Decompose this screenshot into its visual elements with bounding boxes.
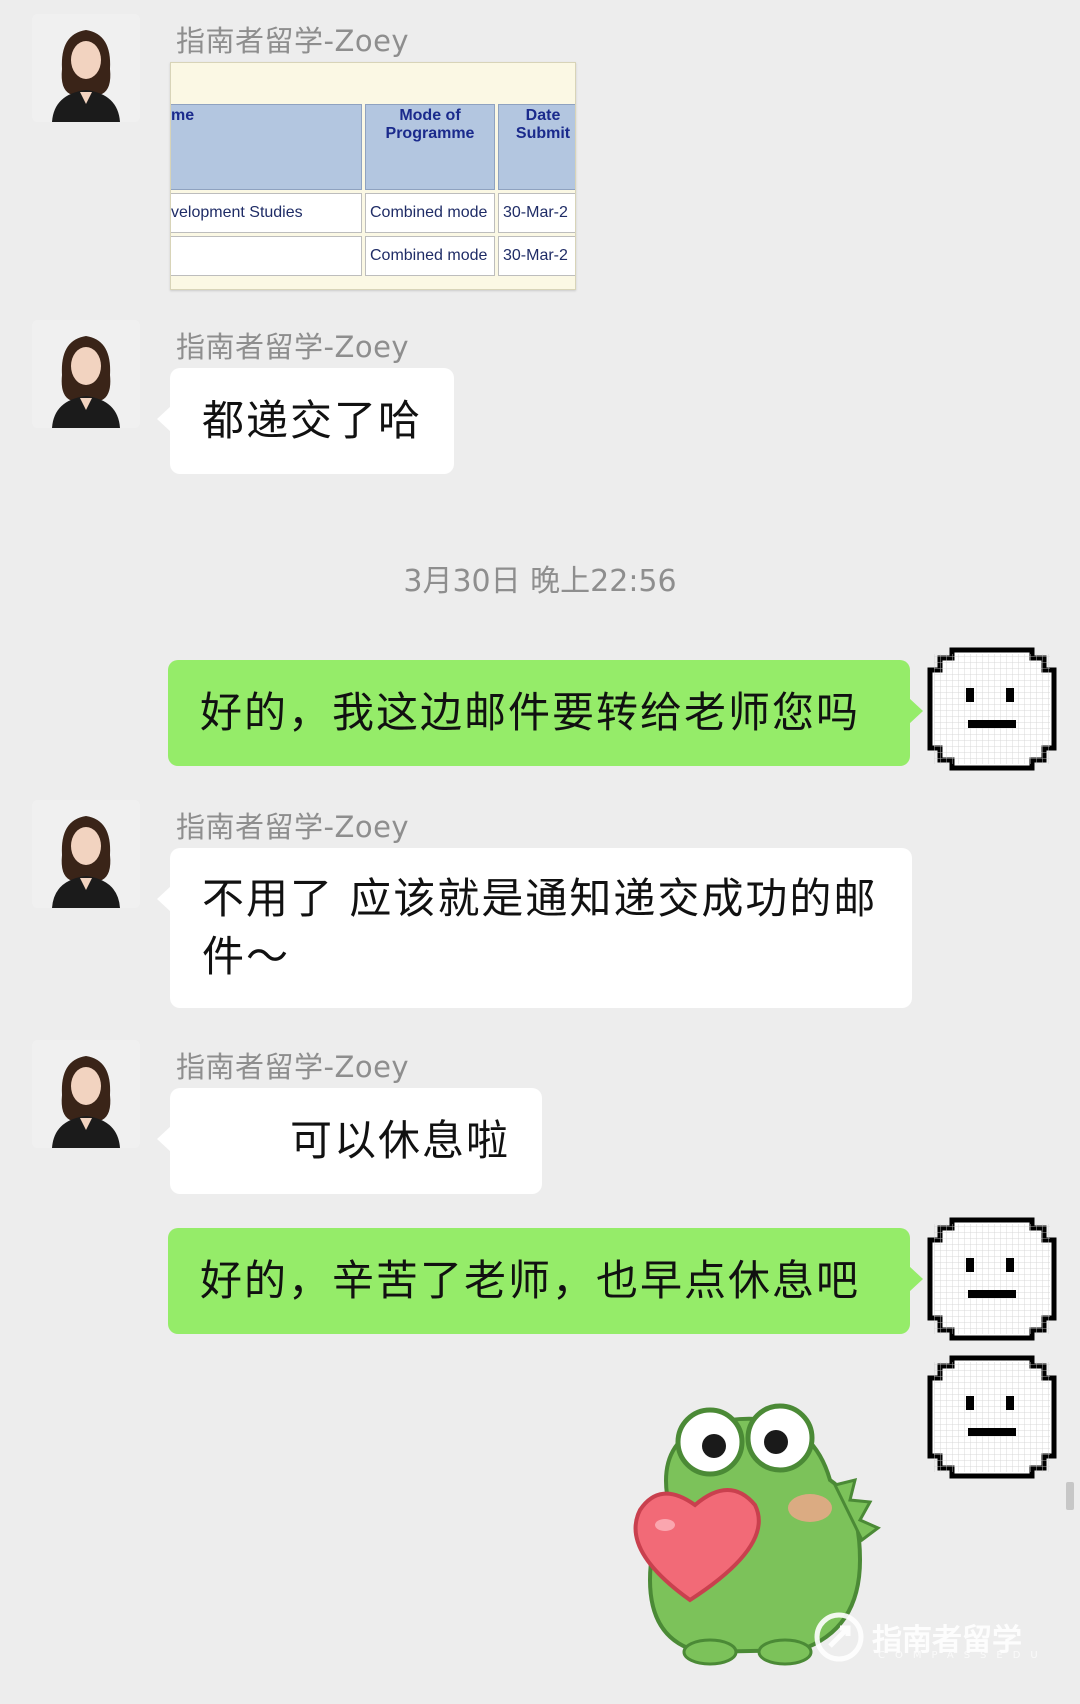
sender-name: 指南者留学-Zoey — [176, 24, 410, 58]
sender-name: 指南者留学-Zoey — [176, 810, 410, 844]
brand-watermark: 指南者留学 COMPASSEDU — [812, 1610, 1038, 1664]
table-cell — [171, 236, 362, 276]
table-cell: 30-Mar-2 — [498, 193, 575, 233]
message-bubble[interactable]: 好的，我这边邮件要转给老师您吗 — [168, 660, 923, 766]
table-cell: 30-Mar-2 — [498, 236, 575, 276]
my-avatar-smiley-icon[interactable] — [922, 1352, 1062, 1482]
table-row: velopment Studies Combined mode 30-Mar-2 — [171, 193, 575, 233]
message-text: 好的，我这边邮件要转给老师您吗 — [200, 688, 861, 737]
table-header: me — [171, 104, 362, 190]
message-bubble[interactable]: 可以休息啦 — [157, 1088, 542, 1194]
scrollbar-thumb[interactable] — [1066, 1482, 1074, 1510]
avatar[interactable] — [32, 320, 140, 428]
avatar[interactable] — [32, 14, 140, 122]
watermark-sub: COMPASSEDU — [878, 1650, 1048, 1661]
my-avatar-smiley-icon[interactable] — [922, 1214, 1062, 1344]
table-cell: Combined mode — [365, 193, 495, 233]
sender-name: 指南者留学-Zoey — [176, 1050, 410, 1084]
shared-image-message[interactable]: me Mode of Programme Date Submit velopme… — [170, 62, 576, 290]
compass-logo-icon — [814, 1612, 864, 1662]
message-text: 好的，辛苦了老师，也早点休息吧 — [200, 1256, 861, 1305]
chat-timestamp: 3月30日 晚上22:56 — [403, 564, 677, 599]
my-avatar-smiley-icon[interactable] — [922, 644, 1062, 774]
table-header: Mode of Programme — [365, 104, 495, 190]
message-text: 不用了 应该就是通知递交成功的邮件～ — [202, 874, 878, 981]
sender-name: 指南者留学-Zoey — [176, 330, 410, 364]
table-cell: velopment Studies — [171, 193, 362, 233]
table-header: Date Submit — [498, 104, 575, 190]
avatar[interactable] — [32, 800, 140, 908]
table-cell: Combined mode — [365, 236, 495, 276]
table-row: Combined mode 30-Mar-2 — [171, 236, 575, 276]
message-text: 都递交了哈 — [202, 396, 423, 445]
message-bubble[interactable]: 都递交了哈 — [157, 368, 454, 474]
message-bubble[interactable]: 好的，辛苦了老师，也早点休息吧 — [168, 1228, 923, 1334]
message-text: 可以休息啦 — [290, 1116, 511, 1165]
programme-table: me Mode of Programme Date Submit velopme… — [171, 101, 575, 279]
message-bubble[interactable]: 不用了 应该就是通知递交成功的邮件～ — [157, 848, 912, 1008]
avatar[interactable] — [32, 1040, 140, 1148]
